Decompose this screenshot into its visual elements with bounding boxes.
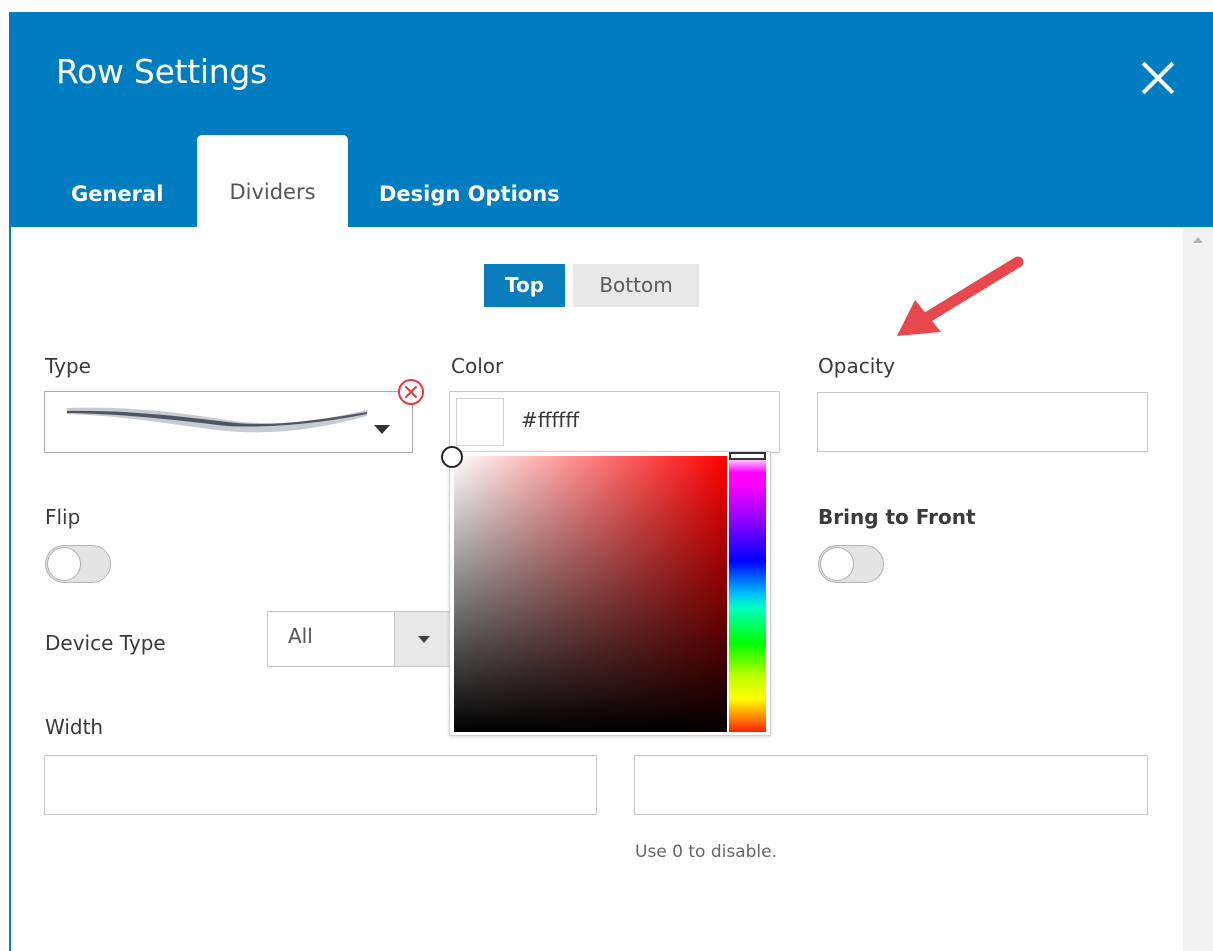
tab-general[interactable]: General (71, 182, 163, 206)
caret-down-icon (374, 425, 390, 434)
close-icon[interactable] (1137, 57, 1179, 99)
opacity-input[interactable] (817, 392, 1148, 452)
dialog-title: Row Settings (56, 52, 267, 91)
height-input[interactable] (634, 755, 1148, 815)
color-input[interactable]: #ffffff (449, 391, 780, 453)
saturation-handle[interactable] (441, 446, 463, 468)
device-type-value: All (288, 624, 313, 648)
device-type-label: Device Type (45, 631, 166, 655)
red-arrow-annotation (897, 256, 1024, 336)
clear-x-icon[interactable] (397, 378, 425, 406)
hue-slider[interactable] (729, 456, 766, 732)
scrollbar[interactable] (1183, 227, 1213, 951)
scroll-up-arrow-icon[interactable] (1193, 237, 1203, 243)
dialog-left-border (9, 227, 11, 951)
top-segment-button[interactable]: Top (484, 264, 565, 307)
divider-shape-preview (67, 407, 367, 433)
color-value: #ffffff (521, 408, 580, 432)
saturation-area[interactable] (454, 456, 727, 732)
hue-slider-handle[interactable] (729, 452, 766, 460)
flip-label: Flip (45, 505, 81, 529)
tab-dividers-label: Dividers (229, 180, 316, 204)
height-hint: Use 0 to disable. (635, 842, 778, 862)
caret-down-icon[interactable] (394, 612, 452, 666)
width-label: Width (45, 715, 104, 739)
flip-toggle[interactable] (45, 545, 111, 583)
tab-dividers[interactable]: Dividers (197, 135, 348, 239)
color-picker-popup (449, 451, 771, 736)
tab-design-options[interactable]: Design Options (379, 182, 560, 206)
type-select[interactable] (44, 391, 413, 453)
device-type-select[interactable]: All (267, 611, 452, 667)
color-label: Color (451, 354, 504, 378)
dialog-header: Row Settings General Dividers Design Opt… (9, 12, 1213, 239)
bottom-segment-button[interactable]: Bottom (573, 264, 699, 307)
opacity-label: Opacity (818, 354, 895, 378)
left-edge (0, 0, 9, 951)
type-label: Type (45, 354, 91, 378)
width-input[interactable] (44, 755, 597, 815)
bring-to-front-toggle[interactable] (818, 545, 884, 583)
bring-to-front-label: Bring to Front (818, 505, 976, 529)
color-swatch[interactable] (456, 398, 504, 446)
